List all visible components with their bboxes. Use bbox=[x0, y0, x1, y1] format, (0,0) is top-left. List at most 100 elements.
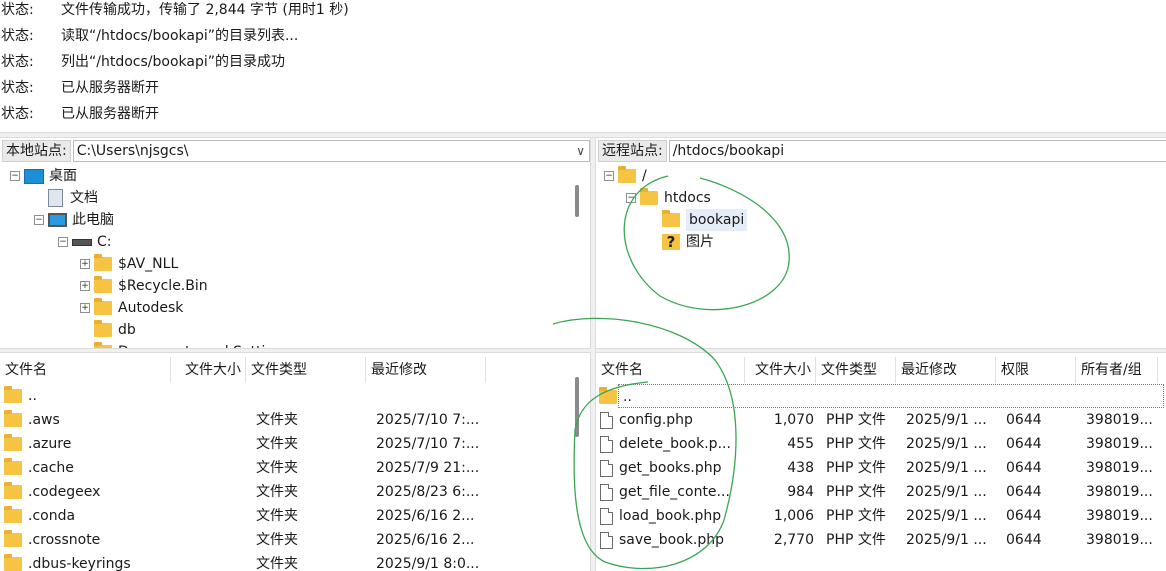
file-modified: 2025/9/1 8:0... bbox=[376, 556, 480, 571]
remote-directory-tree[interactable]: − / − htdocs bookapi? 图片 bbox=[596, 165, 1166, 348]
expand-icon[interactable]: + bbox=[80, 281, 90, 291]
tree-node[interactable]: 文档 bbox=[34, 187, 98, 209]
file-row[interactable]: .aws 文件夹 2025/7/10 7:... bbox=[0, 408, 572, 432]
file-name-cell: get_file_conte... bbox=[600, 480, 745, 504]
local-file-list[interactable]: 文件名文件大小文件类型最近修改^ ...aws文件夹2025/7/10 7:..… bbox=[0, 357, 590, 571]
folder-icon bbox=[94, 254, 112, 271]
local-list-scrollbar[interactable] bbox=[575, 377, 579, 437]
file-size: 455 bbox=[787, 436, 814, 452]
file-row[interactable]: get_books.php 438 PHP 文件 2025/9/1 ... 0644 39… bbox=[596, 456, 1166, 480]
file-name: get_books.php bbox=[619, 460, 722, 476]
file-row[interactable]: delete_book.p... 455 PHP 文件 2025/9/1 ... 064… bbox=[596, 432, 1166, 456]
file-modified: 2025/9/1 ... bbox=[906, 412, 987, 428]
remote-file-list[interactable]: 文件名文件大小文件类型最近修改权限所有者/组^ ..config.php1,07… bbox=[596, 357, 1166, 571]
file-row[interactable]: .crossnote 文件夹 2025/6/16 2... bbox=[0, 528, 572, 552]
local-site-path-combobox[interactable]: C:\Users\njsgcs\ ∨ bbox=[72, 140, 590, 162]
tree-node[interactable]: − htdocs bbox=[626, 187, 711, 209]
tree-node[interactable]: Documents and Settings bbox=[80, 341, 290, 348]
tree-node[interactable]: − 此电脑 bbox=[34, 209, 114, 231]
file-size: 1,006 bbox=[773, 508, 814, 524]
file-row[interactable]: .azure 文件夹 2025/7/10 7:... bbox=[0, 432, 572, 456]
file-modified: 2025/9/1 ... bbox=[906, 508, 987, 524]
file-permissions: 0644 bbox=[1006, 484, 1042, 500]
collapse-icon[interactable]: − bbox=[604, 171, 614, 181]
column-header[interactable]: 最近修改 bbox=[366, 357, 486, 383]
remote-site-label: 远程站点: bbox=[598, 140, 667, 162]
tree-node[interactable]: + Autodesk bbox=[80, 297, 183, 319]
column-header[interactable]: 文件类型 bbox=[246, 357, 366, 383]
column-header[interactable]: 权限 bbox=[996, 357, 1076, 383]
remote-tree-list-splitter[interactable] bbox=[596, 348, 1166, 353]
file-permissions: 0644 bbox=[1006, 508, 1042, 524]
column-header[interactable]: 文件大小 bbox=[171, 357, 246, 383]
file-permissions: 0644 bbox=[1006, 412, 1042, 428]
sort-ascending-icon: ^ bbox=[80, 357, 88, 361]
file-row[interactable]: config.php 1,070 PHP 文件 2025/9/1 ... 0644 398… bbox=[596, 408, 1166, 432]
chevron-down-icon[interactable]: ∨ bbox=[576, 141, 585, 161]
file-row[interactable]: load_book.php 1,006 PHP 文件 2025/9/1 ... 0644… bbox=[596, 504, 1166, 528]
file-name-cell: .azure bbox=[4, 432, 171, 456]
file-modified: 2025/9/1 ... bbox=[906, 532, 987, 548]
file-row[interactable]: .cache 文件夹 2025/7/9 21:... bbox=[0, 456, 572, 480]
file-name: .. bbox=[623, 389, 632, 405]
folder-icon bbox=[4, 506, 22, 523]
column-header[interactable]: 文件类型 bbox=[816, 357, 896, 383]
tree-node[interactable]: − 桌面 bbox=[10, 165, 77, 187]
file-modified: 2025/8/23 6:... bbox=[376, 484, 480, 500]
file-owner: 398019... bbox=[1086, 508, 1153, 524]
file-icon bbox=[600, 507, 613, 525]
file-name-cell: save_book.php bbox=[600, 528, 745, 552]
file-type: PHP 文件 bbox=[826, 508, 886, 524]
collapse-icon[interactable]: − bbox=[10, 171, 20, 181]
tree-node[interactable]: − C: bbox=[58, 231, 112, 253]
file-name: .conda bbox=[28, 508, 76, 524]
tree-node[interactable]: + $Recycle.Bin bbox=[80, 275, 208, 297]
file-row[interactable]: save_book.php 2,770 PHP 文件 2025/9/1 ... 0644… bbox=[596, 528, 1166, 552]
file-name: .dbus-keyrings bbox=[28, 556, 131, 571]
computer-icon bbox=[48, 213, 67, 227]
collapse-icon[interactable]: − bbox=[34, 215, 44, 225]
tree-node-label: / bbox=[642, 168, 647, 184]
expand-icon[interactable]: + bbox=[80, 303, 90, 313]
tree-node[interactable]: ? 图片 bbox=[648, 231, 714, 253]
file-row[interactable]: .dbus-keyrings 文件夹 2025/9/1 8:0... bbox=[0, 552, 572, 571]
tree-node-label: 图片 bbox=[686, 234, 714, 250]
log-status-label: 状态: bbox=[1, 28, 34, 44]
file-modified: 2025/9/1 ... bbox=[906, 436, 987, 452]
file-row[interactable]: .codegeex 文件夹 2025/8/23 6:... bbox=[0, 480, 572, 504]
remote-site-path-combobox[interactable]: /htdocs/bookapi bbox=[668, 140, 1166, 162]
file-type: 文件夹 bbox=[256, 412, 298, 428]
local-tree-list-splitter[interactable] bbox=[0, 348, 591, 353]
tree-node[interactable]: bookapi bbox=[648, 209, 748, 231]
collapse-icon[interactable]: − bbox=[58, 237, 68, 247]
folder-icon bbox=[662, 210, 680, 227]
local-tree-scrollbar[interactable] bbox=[575, 185, 579, 217]
tree-node[interactable]: − / bbox=[604, 165, 647, 187]
message-log[interactable]: 状态: 文件传输成功，传输了 2,844 字节 (用时1 秒) 状态: 读取“/htd… bbox=[0, 0, 1158, 132]
log-scrollbar[interactable] bbox=[1158, 0, 1166, 132]
expand-icon[interactable]: + bbox=[80, 259, 90, 269]
file-type: PHP 文件 bbox=[826, 484, 886, 500]
file-modified: 2025/7/10 7:... bbox=[376, 412, 480, 428]
column-header[interactable]: 文件大小 bbox=[745, 357, 816, 383]
log-message: 已从服务器断开 bbox=[61, 80, 159, 96]
tree-node[interactable]: + $AV_NLL bbox=[80, 253, 178, 275]
file-name-cell: .. bbox=[4, 384, 171, 408]
file-row[interactable]: .conda 文件夹 2025/6/16 2... bbox=[0, 504, 572, 528]
log-message: 文件传输成功，传输了 2,844 字节 (用时1 秒) bbox=[61, 2, 349, 18]
file-row[interactable]: .. bbox=[0, 384, 572, 408]
file-name: .codegeex bbox=[28, 484, 101, 500]
file-row[interactable]: get_file_conte... 984 PHP 文件 2025/9/1 ... 06… bbox=[596, 480, 1166, 504]
file-owner: 398019... bbox=[1086, 484, 1153, 500]
unknown-folder-icon: ? bbox=[662, 234, 680, 250]
column-header[interactable]: 最近修改 bbox=[896, 357, 996, 383]
file-permissions: 0644 bbox=[1006, 532, 1042, 548]
collapse-icon[interactable]: − bbox=[626, 193, 636, 203]
tree-node[interactable]: db bbox=[80, 319, 136, 341]
tree-node-label: 此电脑 bbox=[72, 212, 114, 228]
local-directory-tree[interactable]: − 桌面 文档 − 此电脑 − C: + $AV_NLL + $Recycle.Bin + Autode… bbox=[0, 165, 592, 348]
drive-icon bbox=[72, 238, 92, 246]
tree-node-label: 桌面 bbox=[49, 168, 77, 184]
column-header[interactable]: 所有者/组 bbox=[1076, 357, 1158, 383]
file-row[interactable]: .. bbox=[599, 384, 1164, 408]
